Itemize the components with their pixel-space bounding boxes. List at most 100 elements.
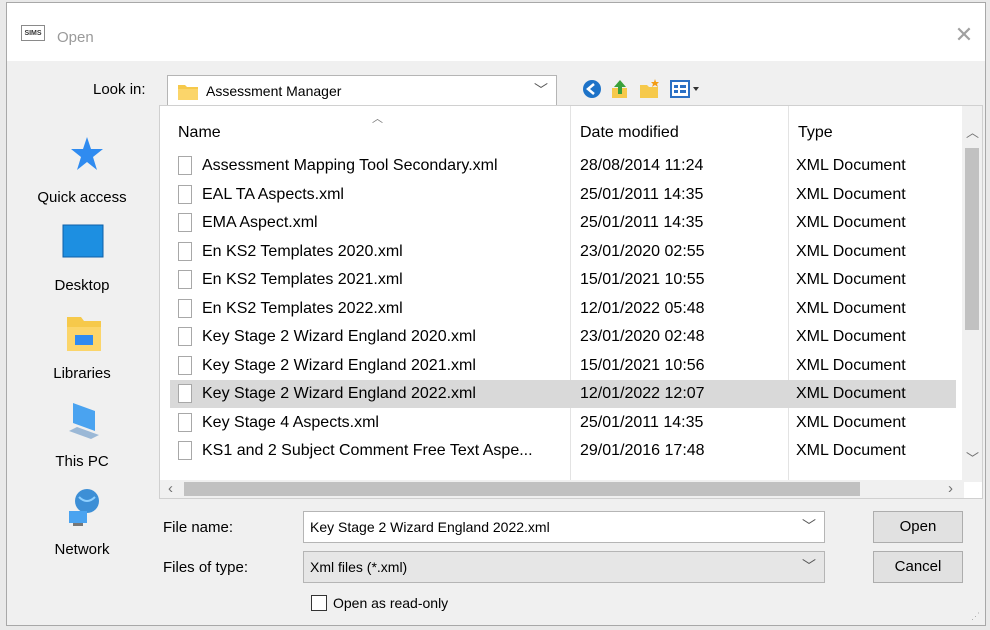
file-type-cell: XML Document: [796, 442, 906, 459]
open-dialog: SIMS Open ✕ Look in: Assessment Manager …: [6, 2, 986, 626]
look-in-combo[interactable]: Assessment Manager ﹀: [167, 75, 557, 107]
file-date-cell: 12/01/2022 05:48: [580, 299, 705, 317]
column-header-name[interactable]: Name: [178, 124, 221, 142]
file-name-cell: En KS2 Templates 2021.xml: [202, 271, 403, 288]
scroll-left-icon[interactable]: ‹: [168, 480, 173, 497]
file-name-cell: EAL TA Aspects.xml: [202, 185, 344, 203]
open-button[interactable]: Open: [873, 511, 963, 543]
file-row[interactable]: En KS2 Templates 2020.xml 23/01/2020 02:5…: [170, 238, 956, 266]
file-list[interactable]: Name ︿ Date modified Type Assessment Map…: [159, 105, 983, 499]
look-in-label: Look in:: [93, 81, 146, 98]
vertical-scroll-thumb[interactable]: [965, 148, 979, 330]
place-label: Network: [54, 541, 110, 558]
up-folder-icon[interactable]: [609, 78, 631, 100]
horizontal-scroll-thumb[interactable]: [184, 482, 860, 496]
place-network[interactable]: Network: [7, 485, 157, 565]
place-desktop[interactable]: Desktop: [7, 221, 157, 301]
network-icon: [69, 489, 99, 526]
file-type-cell: XML Document: [796, 328, 906, 345]
folder-icon: [178, 85, 198, 100]
document-icon: [178, 270, 192, 289]
file-row[interactable]: EAL TA Aspects.xml 25/01/2011 14:35 XML Do…: [170, 181, 956, 209]
file-row[interactable]: Key Stage 2 Wizard England 2020.xml 23/01…: [170, 323, 956, 351]
file-row[interactable]: EMA Aspect.xml 25/01/2011 14:35 XML Docume…: [170, 209, 956, 237]
file-name-cell: En KS2 Templates 2022.xml: [202, 299, 403, 317]
document-icon: [178, 327, 192, 346]
file-date-cell: 29/01/2016 17:48: [580, 442, 705, 459]
file-date-cell: 25/01/2011 14:35: [580, 413, 704, 431]
document-icon: [178, 156, 192, 175]
place-label: This PC: [55, 453, 109, 470]
document-icon: [178, 355, 192, 375]
column-header-date[interactable]: Date modified: [580, 124, 679, 142]
file-type-cell: XML Document: [796, 214, 906, 231]
file-date-cell: 23/01/2020 02:55: [580, 242, 705, 260]
place-quick-access[interactable]: Quick access: [7, 133, 157, 213]
file-date-cell: 23/01/2020 02:48: [580, 328, 705, 345]
sort-ascending-icon: ︿: [372, 113, 383, 125]
document-icon: [178, 213, 192, 232]
file-name-cell: En KS2 Templates 2020.xml: [202, 242, 403, 260]
file-row[interactable]: Key Stage 4 Aspects.xml 25/01/2011 14:35 X…: [170, 409, 956, 437]
file-date-cell: 15/01/2021 10:55: [580, 271, 705, 288]
file-row[interactable]: KS1 and 2 Subject Comment Free Text Aspe…: [170, 437, 956, 465]
close-icon: ✕: [954, 22, 974, 47]
cancel-button[interactable]: Cancel: [873, 551, 963, 583]
document-icon: [178, 441, 192, 460]
computer-icon: [69, 403, 99, 439]
title-bar: SIMS Open ✕: [7, 3, 985, 61]
file-name-cell: Key Stage 4 Aspects.xml: [202, 413, 379, 431]
file-type-cell: XML Document: [796, 299, 906, 317]
place-libraries[interactable]: Libraries: [7, 309, 157, 389]
chevron-down-icon: ﹀: [802, 558, 816, 574]
read-only-checkbox[interactable]: [311, 595, 327, 611]
horizontal-scrollbar[interactable]: ‹ ›: [160, 480, 964, 498]
file-name-cell: Key Stage 2 Wizard England 2021.xml: [202, 356, 476, 374]
libraries-icon: [67, 317, 101, 351]
file-name-combo[interactable]: Key Stage 2 Wizard England 2022.xml ﹀: [303, 511, 825, 543]
back-icon[interactable]: [581, 78, 603, 100]
file-type-cell: XML Document: [796, 242, 906, 260]
desktop-icon: [62, 224, 104, 258]
file-name-value: Key Stage 2 Wizard England 2022.xml: [310, 519, 550, 535]
resize-grip-icon[interactable]: ⋰: [971, 611, 981, 621]
file-type-cell: XML Document: [796, 385, 906, 402]
scroll-right-icon[interactable]: ›: [948, 480, 953, 497]
document-icon: [178, 384, 192, 403]
view-menu-icon[interactable]: [669, 78, 701, 100]
scroll-up-icon[interactable]: ︿: [966, 122, 979, 141]
document-icon: [178, 298, 192, 318]
file-date-cell: 12/01/2022 12:07: [580, 385, 705, 402]
column-header-type[interactable]: Type: [798, 124, 833, 142]
document-icon: [178, 241, 192, 261]
file-row[interactable]: Key Stage 2 Wizard England 2021.xml 15/01…: [170, 352, 956, 380]
vertical-scrollbar[interactable]: ︿ ﹀: [962, 106, 982, 482]
scroll-down-icon[interactable]: ﹀: [966, 448, 979, 467]
new-folder-icon[interactable]: [639, 78, 661, 100]
app-icon: SIMS: [21, 25, 45, 41]
file-row[interactable]: Key Stage 2 Wizard England 2022.xml 12/01…: [170, 380, 956, 408]
look-in-value: Assessment Manager: [206, 83, 342, 99]
close-button[interactable]: ✕: [949, 21, 979, 49]
file-date-cell: 15/01/2021 10:56: [580, 356, 705, 374]
file-date-cell: 28/08/2014 11:24: [580, 157, 704, 174]
file-date-cell: 25/01/2011 14:35: [580, 185, 704, 203]
window-title: Open: [57, 29, 94, 46]
place-label: Desktop: [54, 277, 110, 294]
file-date-cell: 25/01/2011 14:35: [580, 214, 704, 231]
file-type-cell: XML Document: [796, 157, 906, 174]
chevron-down-icon: ﹀: [534, 82, 548, 98]
place-label: Quick access: [37, 189, 127, 206]
file-type-cell: XML Document: [796, 185, 906, 203]
column-headers: Name ︿ Date modified Type: [160, 106, 982, 152]
file-row[interactable]: En KS2 Templates 2022.xml 12/01/2022 05:4…: [170, 295, 956, 323]
read-only-label[interactable]: Open as read-only: [333, 595, 448, 611]
file-type-cell: XML Document: [796, 356, 906, 374]
file-type-cell: XML Document: [796, 271, 906, 288]
file-type-select[interactable]: Xml files (*.xml) ﹀: [303, 551, 825, 583]
file-row[interactable]: Assessment Mapping Tool Secondary.xml 28/…: [170, 152, 956, 180]
file-type-value: Xml files (*.xml): [310, 559, 408, 575]
place-this-pc[interactable]: This PC: [7, 397, 157, 477]
file-type-label: Files of type:: [163, 559, 249, 576]
file-row[interactable]: En KS2 Templates 2021.xml 15/01/2021 10:5…: [170, 266, 956, 294]
